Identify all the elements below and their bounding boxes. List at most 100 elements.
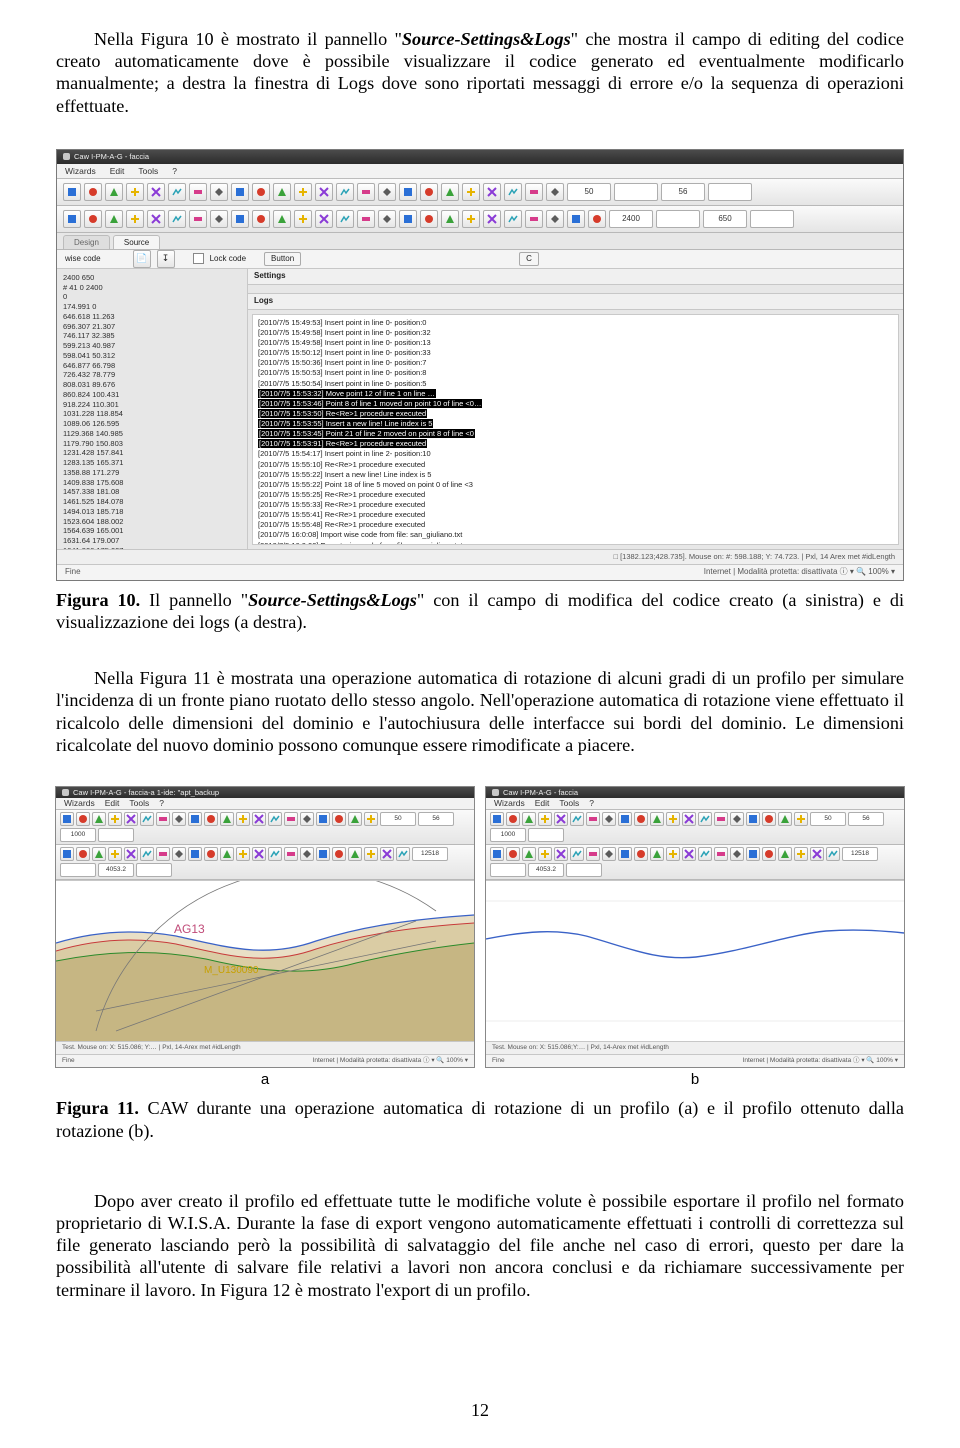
toolbar-button-icon[interactable] — [490, 812, 504, 826]
toolbar-button-icon[interactable] — [698, 812, 712, 826]
toolbar-button-icon[interactable] — [105, 183, 123, 201]
toolbar-number-box[interactable]: 4053.2 — [98, 863, 134, 877]
toolbar-button-icon[interactable] — [168, 183, 186, 201]
toolbar-button-icon[interactable] — [316, 812, 330, 826]
toolbar-button-icon[interactable] — [546, 183, 564, 201]
toolbar-button-icon[interactable] — [586, 847, 600, 861]
toolbar-button-icon[interactable] — [525, 183, 543, 201]
toolbar-button-icon[interactable] — [236, 812, 250, 826]
menu-tools[interactable]: Tools — [129, 798, 149, 808]
toolbar-button-icon[interactable] — [332, 847, 346, 861]
toolbar-number-box[interactable] — [60, 863, 96, 877]
menu-tools[interactable]: Tools — [138, 166, 158, 176]
toolbar-button-icon[interactable] — [506, 847, 520, 861]
toolbar-button-icon[interactable] — [316, 847, 330, 861]
toolbar-button-icon[interactable] — [441, 183, 459, 201]
toolbar-button-icon[interactable] — [602, 812, 616, 826]
toolbar-button-icon[interactable] — [378, 210, 396, 228]
toolbar-button-icon[interactable] — [284, 812, 298, 826]
toolbar-number-box[interactable]: 2400 — [609, 210, 653, 228]
toolbar-button-icon[interactable] — [336, 183, 354, 201]
toolbar-button-icon[interactable] — [231, 210, 249, 228]
canvas-a[interactable]: AG13 M_U130090 — [56, 880, 474, 1042]
toolbar-button-icon[interactable] — [794, 847, 808, 861]
toolbar-button-icon[interactable] — [273, 210, 291, 228]
toolbar-button-icon[interactable] — [252, 847, 266, 861]
toolbar-button-icon[interactable] — [554, 847, 568, 861]
toolbar-number-box[interactable] — [656, 210, 700, 228]
toolbar-number-box[interactable]: 56 — [418, 812, 454, 826]
toolbar-button-icon[interactable] — [220, 812, 234, 826]
toolbar-button-icon[interactable] — [76, 847, 90, 861]
toolbar-button-icon[interactable] — [586, 812, 600, 826]
toolbar-button-icon[interactable] — [567, 210, 585, 228]
toolbar-button-icon[interactable] — [380, 847, 394, 861]
toolbar-number-box[interactable]: 50 — [567, 183, 611, 201]
toolbar-button-icon[interactable] — [156, 847, 170, 861]
menu-edit[interactable]: Edit — [110, 166, 125, 176]
toolbar-button-icon[interactable] — [63, 183, 81, 201]
toolbar-button-icon[interactable] — [588, 210, 606, 228]
toolbar-button-icon[interactable] — [294, 183, 312, 201]
toolbar-button-icon[interactable] — [252, 183, 270, 201]
toolbar-button-icon[interactable] — [168, 210, 186, 228]
toolbar-button-icon[interactable] — [76, 812, 90, 826]
toolbar-button-icon[interactable] — [268, 847, 282, 861]
toolbar-button-icon[interactable] — [220, 847, 234, 861]
toolbar-button-icon[interactable] — [204, 812, 218, 826]
toolbar-button-icon[interactable] — [714, 847, 728, 861]
toolbar-number-box[interactable]: 1000 — [60, 828, 96, 842]
menu-tools[interactable]: Tools — [559, 798, 579, 808]
toolbar-button-icon[interactable] — [730, 847, 744, 861]
window-control-icon[interactable] — [62, 789, 69, 796]
toolbar-button-icon[interactable] — [504, 183, 522, 201]
logs-area[interactable]: [2010/7/5 15:49:53] Insert point in line… — [252, 314, 899, 545]
toolbar-button-icon[interactable] — [189, 183, 207, 201]
toolbar-number-box[interactable]: 12518 — [842, 847, 878, 861]
toolbar-button-icon[interactable] — [140, 847, 154, 861]
button-label[interactable]: Button — [264, 252, 301, 266]
toolbar-button-icon[interactable] — [396, 847, 410, 861]
toolbar-button-icon[interactable] — [746, 847, 760, 861]
toolbar-number-box[interactable]: 50 — [810, 812, 846, 826]
toolbar-button-icon[interactable] — [126, 210, 144, 228]
toolbar-button-icon[interactable] — [666, 847, 680, 861]
toolbar-button-icon[interactable] — [92, 847, 106, 861]
toolbar-button-icon[interactable] — [618, 847, 632, 861]
toolbar-button-icon[interactable] — [60, 812, 74, 826]
toolbar-button-icon[interactable] — [315, 183, 333, 201]
toolbar-button-icon[interactable] — [554, 812, 568, 826]
toolbar-button-icon[interactable] — [698, 847, 712, 861]
toolbar-number-box[interactable]: 56 — [848, 812, 884, 826]
toolbar-button-icon[interactable] — [682, 812, 696, 826]
toolbar-button-icon[interactable] — [357, 183, 375, 201]
toolbar-button-icon[interactable] — [634, 847, 648, 861]
sub-icon[interactable]: 📄 — [133, 250, 151, 268]
toolbar-number-box[interactable] — [98, 828, 134, 842]
toolbar-button-icon[interactable] — [364, 847, 378, 861]
source-code-list[interactable]: 2400 650# 41 0 24000174.991 0646.618 11.… — [57, 269, 247, 549]
toolbar-button-icon[interactable] — [483, 210, 501, 228]
toolbar-button-icon[interactable] — [172, 812, 186, 826]
toolbar-button-icon[interactable] — [462, 210, 480, 228]
toolbar-number-box[interactable] — [750, 210, 794, 228]
toolbar-button-icon[interactable] — [105, 210, 123, 228]
toolbar-button-icon[interactable] — [210, 183, 228, 201]
toolbar-number-box[interactable] — [566, 863, 602, 877]
toolbar-button-icon[interactable] — [483, 183, 501, 201]
toolbar-button-icon[interactable] — [252, 210, 270, 228]
toolbar-number-box[interactable] — [490, 863, 526, 877]
toolbar-button-icon[interactable] — [284, 847, 298, 861]
toolbar-button-icon[interactable] — [147, 210, 165, 228]
toolbar-number-box[interactable] — [528, 828, 564, 842]
toolbar-number-box[interactable]: 56 — [661, 183, 705, 201]
toolbar-button-icon[interactable] — [650, 812, 664, 826]
toolbar-button-icon[interactable] — [210, 210, 228, 228]
toolbar-button-icon[interactable] — [378, 183, 396, 201]
toolbar-button-icon[interactable] — [126, 183, 144, 201]
toolbar-button-icon[interactable] — [778, 847, 792, 861]
toolbar-number-box[interactable] — [708, 183, 752, 201]
canvas-b[interactable] — [486, 880, 904, 1042]
menu-edit[interactable]: Edit — [535, 798, 550, 808]
toolbar-button-icon[interactable] — [156, 812, 170, 826]
